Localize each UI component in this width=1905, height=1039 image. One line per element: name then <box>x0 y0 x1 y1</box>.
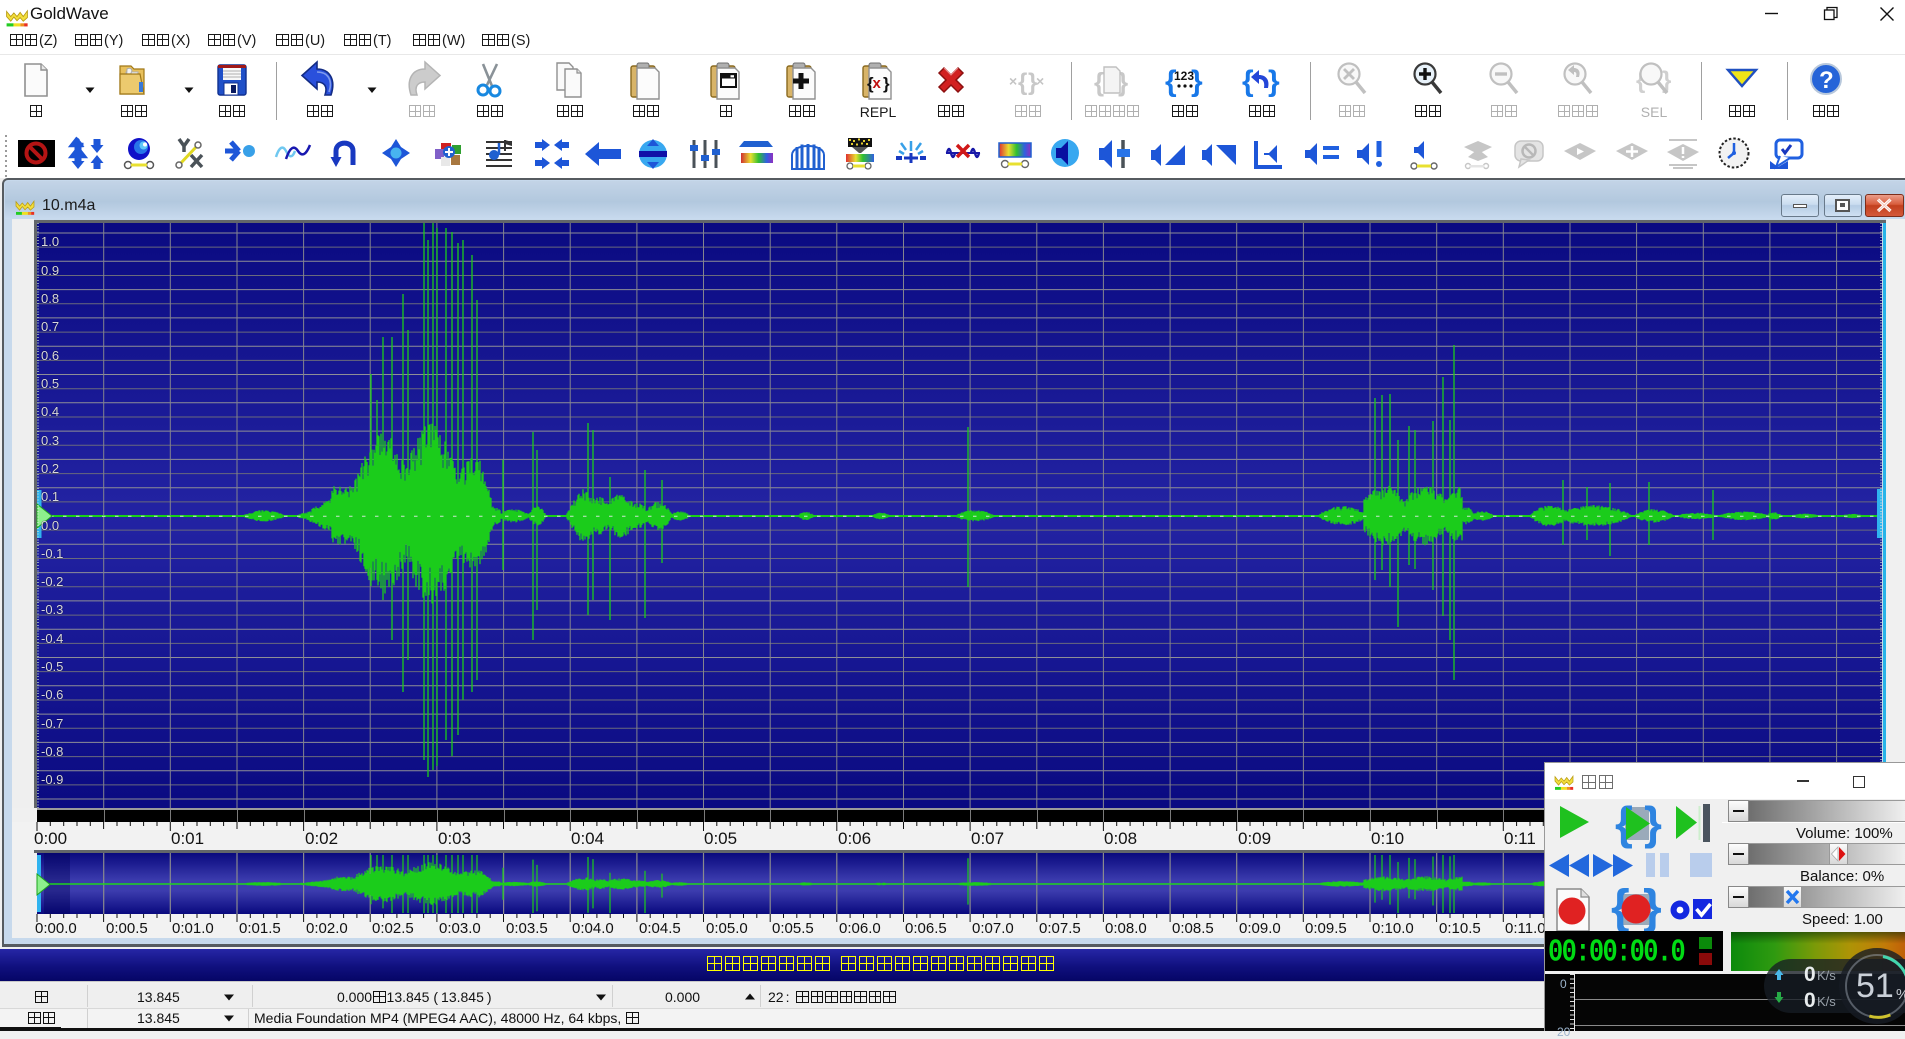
svg-text:51: 51 <box>1856 967 1894 1005</box>
svg-text:K/s: K/s <box>1817 968 1836 983</box>
svg-text:%: % <box>1896 986 1905 1003</box>
svg-text:0: 0 <box>1804 989 1816 1012</box>
svg-text:K/s: K/s <box>1817 994 1836 1009</box>
svg-text:0: 0 <box>1804 963 1816 986</box>
